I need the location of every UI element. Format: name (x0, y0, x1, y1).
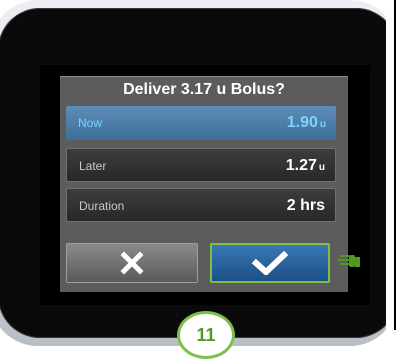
cancel-button[interactable] (66, 243, 198, 283)
row-now[interactable]: Now 1.90 u (66, 106, 336, 140)
confirm-button[interactable] (210, 243, 330, 283)
cancel-x-icon (120, 251, 144, 275)
row-later-label: Later (79, 159, 107, 173)
tap-hand-icon (338, 255, 360, 267)
checkmark-icon (251, 251, 289, 275)
bolus-confirm-dialog: Deliver 3.17 u Bolus? Now 1.90 u Later 1.… (60, 76, 348, 292)
row-later[interactable]: Later 1.27 u (66, 148, 336, 182)
row-duration-value: 2 hrs (286, 197, 325, 214)
row-now-label: Now (78, 116, 103, 130)
row-duration[interactable]: Duration 2 hrs (66, 188, 336, 222)
step-number-badge: 11 (177, 311, 235, 359)
row-duration-label: Duration (79, 199, 125, 213)
row-later-value: 1.27 u (285, 157, 325, 174)
dialog-title: Deliver 3.17 u Bolus? (123, 81, 285, 98)
row-now-value: 1.90 u (286, 114, 326, 131)
